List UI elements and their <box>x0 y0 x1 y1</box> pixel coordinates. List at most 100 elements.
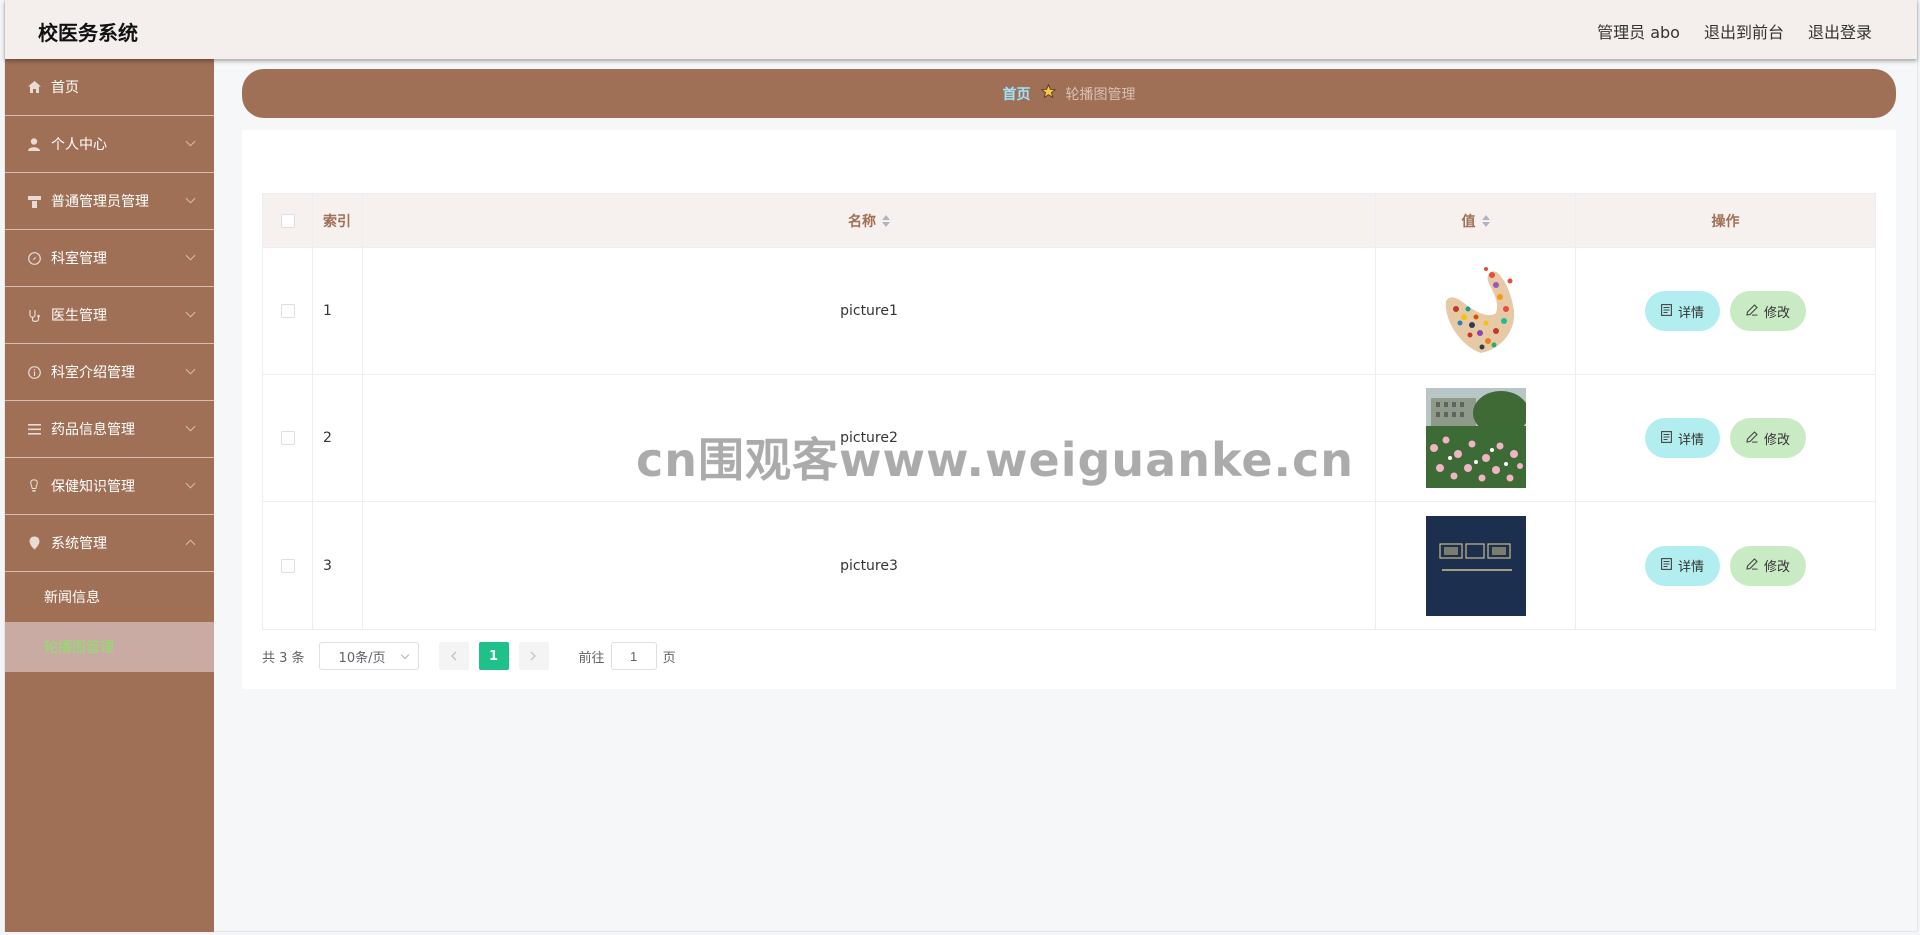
column-header-name-label: 名称 <box>848 213 876 230</box>
row-name: picture3 <box>363 502 1376 629</box>
chevron-down-icon <box>185 364 196 375</box>
edit-button-label: 修改 <box>1764 560 1791 575</box>
sidebar-subitem-carousel[interactable]: 轮播图管理 <box>5 622 214 672</box>
prev-page-button[interactable] <box>438 642 469 670</box>
detail-button[interactable]: 详情 <box>1644 291 1720 331</box>
goto-label: 前往 <box>578 650 605 666</box>
breadcrumb-current: 轮播图管理 <box>1065 86 1136 103</box>
edit-button[interactable]: 修改 <box>1730 545 1807 586</box>
page-size-select[interactable]: 10条/页 <box>318 642 419 670</box>
location-icon <box>27 536 41 550</box>
exit-to-front-link[interactable]: 退出到前台 <box>1704 19 1784 43</box>
chevron-down-icon <box>185 478 196 489</box>
row-value-cell <box>1376 248 1576 374</box>
sidebar-item-label: 系统管理 <box>51 536 107 552</box>
current-user-label: 管理员 abo <box>1597 23 1680 42</box>
compass-icon <box>27 251 41 265</box>
sidebar-item-health-knowledge[interactable]: 保健知识管理 <box>5 458 214 515</box>
row-value-cell <box>1376 375 1576 501</box>
detail-button[interactable]: 详情 <box>1644 418 1720 458</box>
top-right-actions: 管理员 abo 退出到前台 退出登录 <box>1597 19 1872 43</box>
pencil-icon <box>1746 430 1758 446</box>
row-name: picture1 <box>363 248 1376 374</box>
doctor-icon <box>27 308 41 322</box>
page-number-current[interactable]: 1 <box>478 642 509 670</box>
detail-button-label: 详情 <box>1677 305 1704 321</box>
sidebar-item-label: 普通管理员管理 <box>51 194 149 210</box>
sidebar: 首页 个人中心 普通管理员管理 科室管理 医生管理 科室介绍管理 药品信息管理 … <box>5 59 214 932</box>
row-select-cell <box>263 248 313 374</box>
sidebar-item-medicine[interactable]: 药品信息管理 <box>5 401 214 458</box>
sidebar-item-doctors[interactable]: 医生管理 <box>5 287 214 344</box>
chevron-right-icon <box>530 651 536 661</box>
chevron-down-icon <box>185 421 196 432</box>
row-select-cell <box>263 502 313 629</box>
book-cover-image <box>1425 515 1526 616</box>
table-row: 2 picture2 详情 修改 <box>263 375 1875 502</box>
chevron-down-icon <box>185 250 196 261</box>
row-actions: 详情 修改 <box>1576 375 1875 501</box>
sort-icon[interactable] <box>882 214 890 227</box>
edit-button[interactable]: 修改 <box>1730 291 1807 331</box>
next-page-button[interactable] <box>518 642 549 670</box>
sidebar-item-label: 科室管理 <box>51 251 107 267</box>
edit-button[interactable]: 修改 <box>1730 418 1807 458</box>
column-header-index: 索引 <box>313 194 363 247</box>
sort-icon[interactable] <box>1481 214 1490 227</box>
pencil-icon <box>1746 558 1758 573</box>
carousel-table: 索引 名称 值 操作 1 picture1 详情 修改 2 picture2 详… <box>262 193 1876 630</box>
star-icon <box>1040 83 1056 103</box>
row-actions: 详情 修改 <box>1576 248 1875 374</box>
sidebar-item-home[interactable]: 首页 <box>5 59 214 116</box>
pagination-total: 共 3 条 <box>262 650 305 666</box>
table-header: 索引 名称 值 操作 <box>263 194 1875 248</box>
sidebar-item-departments[interactable]: 科室管理 <box>5 230 214 287</box>
row-select-cell <box>263 375 313 501</box>
row-name: picture2 <box>363 375 1376 501</box>
detail-button[interactable]: 详情 <box>1644 545 1720 586</box>
breadcrumb: 首页 轮播图管理 <box>242 69 1896 118</box>
home-icon <box>27 80 41 94</box>
row-checkbox[interactable] <box>280 304 295 318</box>
column-header-name[interactable]: 名称 <box>363 194 1376 247</box>
bulb-icon <box>27 479 41 493</box>
content-panel: 索引 名称 值 操作 1 picture1 详情 修改 2 picture2 详… <box>242 130 1896 689</box>
row-value-cell <box>1376 502 1576 629</box>
row-index: 3 <box>313 502 363 629</box>
sidebar-item-dept-intro[interactable]: 科室介绍管理 <box>5 344 214 401</box>
select-all-checkbox[interactable] <box>280 213 295 228</box>
chevron-left-icon <box>451 651 457 661</box>
chevron-down-icon <box>185 193 196 204</box>
sidebar-item-admins[interactable]: 普通管理员管理 <box>5 173 214 230</box>
chevron-down-icon <box>400 650 409 660</box>
goto-page-input[interactable] <box>610 642 657 670</box>
row-checkbox[interactable] <box>280 431 295 445</box>
document-icon <box>1661 430 1672 446</box>
page-unit-label: 页 <box>662 650 676 666</box>
app-frame: 校医务系统 管理员 abo 退出到前台 退出登录 首页 个人中心 普通管理员管理 <box>4 0 1918 932</box>
sidebar-item-label: 个人中心 <box>51 137 107 153</box>
row-index: 2 <box>313 375 363 501</box>
table-row: 1 picture1 详情 修改 <box>263 248 1875 375</box>
chevron-down-icon <box>185 136 196 147</box>
logout-link[interactable]: 退出登录 <box>1808 19 1872 43</box>
chevron-down-icon <box>185 307 196 318</box>
chevron-up-icon <box>185 539 196 550</box>
sidebar-subitem-news[interactable]: 新闻信息 <box>5 572 214 622</box>
sidebar-item-profile[interactable]: 个人中心 <box>5 116 214 173</box>
admin-icon <box>27 194 41 208</box>
document-icon <box>1661 303 1672 319</box>
sidebar-item-label: 药品信息管理 <box>51 422 135 438</box>
column-header-value[interactable]: 值 <box>1376 194 1576 247</box>
select-all-cell <box>263 194 313 247</box>
column-header-value-label: 值 <box>1461 213 1476 230</box>
breadcrumb-home[interactable]: 首页 <box>1003 84 1031 104</box>
row-index: 1 <box>313 248 363 374</box>
app-title: 校医务系统 <box>38 21 138 45</box>
top-bar: 校医务系统 管理员 abo 退出到前台 退出登录 <box>5 0 1917 59</box>
table-row: 3 picture3 详情 修改 <box>263 502 1875 629</box>
row-checkbox[interactable] <box>280 558 295 573</box>
sidebar-item-system[interactable]: 系统管理 <box>5 515 214 572</box>
detail-button-label: 详情 <box>1677 432 1704 448</box>
edit-button-label: 修改 <box>1764 432 1791 448</box>
